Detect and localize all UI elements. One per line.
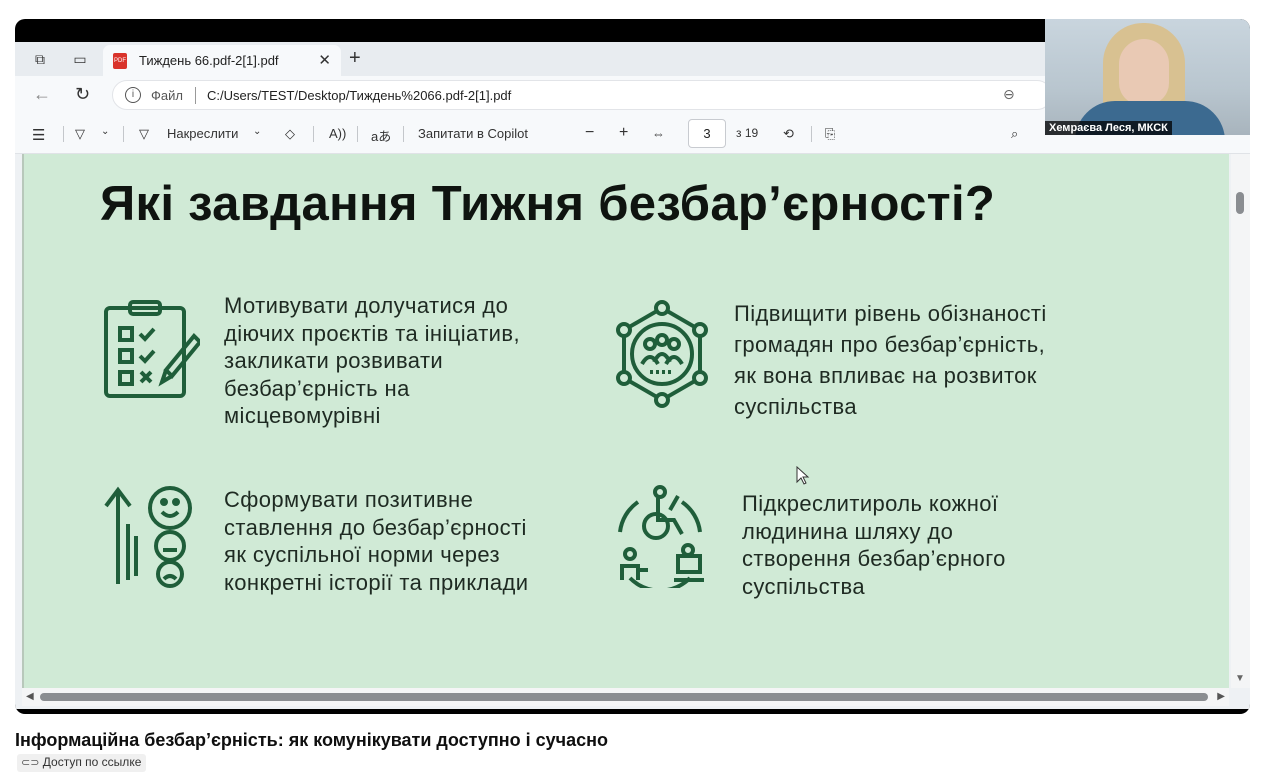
toolbar-separator xyxy=(123,126,124,142)
scrollbar-thumb[interactable] xyxy=(1236,192,1244,214)
zoom-out-icon[interactable]: ⊖ xyxy=(1003,86,1015,103)
link-icon: ⊂⊃ xyxy=(21,757,40,769)
read-aloud-icon[interactable]: A)) xyxy=(329,126,346,141)
scrollbar-thumb[interactable] xyxy=(40,693,1208,701)
new-tab-icon[interactable]: + xyxy=(349,47,361,70)
draw-icon[interactable]: ▽ xyxy=(139,126,149,142)
participant-face xyxy=(1119,39,1169,105)
chevron-down-icon[interactable]: ⌄ xyxy=(101,126,109,137)
tab-title: Тиждень 66.pdf-2[1].pdf xyxy=(139,53,279,68)
close-tab-icon[interactable]: ✕ xyxy=(318,51,331,69)
attitude-growth-icon xyxy=(104,486,192,588)
task-item: Підкреслитироль кожної людинина шляху до с… xyxy=(742,491,1006,599)
search-icon[interactable]: ⌕ xyxy=(1011,126,1018,142)
participant-video[interactable]: Хемраєва Леся, МКСК xyxy=(1045,19,1250,135)
task-item: Підвищити рівень обізнаності громадян про… xyxy=(734,301,1047,419)
scroll-right-icon[interactable]: ▶ xyxy=(1217,691,1225,702)
copilot-button[interactable]: Запитати в Copilot xyxy=(418,126,528,141)
eraser-icon[interactable]: ◇ xyxy=(285,126,295,142)
browser-tab[interactable]: PDF Тиждень 66.pdf-2[1].pdf ✕ xyxy=(103,45,341,76)
tab-actions-icon[interactable]: ▭ xyxy=(71,50,89,68)
rotate-icon[interactable]: ⟲ xyxy=(783,126,794,142)
page-number-input[interactable]: 3 xyxy=(688,119,726,148)
info-icon[interactable]: i xyxy=(125,87,141,103)
scroll-left-icon[interactable]: ◀ xyxy=(26,691,34,702)
mouse-cursor-icon xyxy=(796,466,810,485)
fit-width-icon[interactable]: ⇔ xyxy=(652,126,665,141)
checklist-icon xyxy=(104,300,200,398)
task-item: Мотивувати долучатися до діючих проєктів … xyxy=(224,293,520,428)
pdf-file-icon: PDF xyxy=(113,53,127,69)
zoom-in-button[interactable]: + xyxy=(619,124,628,142)
address-url[interactable]: C:/Users/TEST/Desktop/Тиждень%2066.pdf-2… xyxy=(207,88,511,103)
zoom-out-button[interactable]: − xyxy=(585,124,594,142)
vertical-scrollbar[interactable]: ▼ xyxy=(1231,154,1250,688)
video-player[interactable]: ⧉ ▭ PDF Тиждень 66.pdf-2[1].pdf ✕ + ← ↻ … xyxy=(15,19,1250,714)
draw-button[interactable]: Накреслити xyxy=(167,126,238,141)
horizontal-scrollbar[interactable]: ◀ ▶ xyxy=(22,688,1229,706)
shared-screen: ⧉ ▭ PDF Тиждень 66.pdf-2[1].pdf ✕ + ← ↻ … xyxy=(15,42,1250,709)
translate-icon[interactable]: aあ xyxy=(371,126,391,145)
toolbar-separator xyxy=(811,126,812,142)
highlight-icon[interactable]: ▽ xyxy=(75,126,85,142)
scroll-down-icon[interactable]: ▼ xyxy=(1235,673,1245,684)
address-bar[interactable]: i Файл C:/Users/TEST/Desktop/Тиждень%206… xyxy=(112,80,1052,110)
task-item: Сформувати позитивне ставлення до безбар’… xyxy=(224,487,529,595)
toolbar-separator xyxy=(357,126,358,142)
toolbar-separator xyxy=(313,126,314,142)
workspaces-icon[interactable]: ⧉ xyxy=(31,50,49,68)
pdf-page: Які завдання Тижня безбар’єрності? Мотив… xyxy=(22,154,1229,688)
back-icon[interactable]: ← xyxy=(33,84,51,105)
slide-heading: Які завдання Тижня безбар’єрності? xyxy=(100,177,996,231)
page-view-icon[interactable]: ⎘ xyxy=(825,126,835,142)
participant-name: Хемраєва Леся, МКСК xyxy=(1045,121,1172,135)
access-label: Доступ по ссылке xyxy=(42,755,142,769)
inclusion-people-icon xyxy=(618,485,704,588)
access-badge: ⊂⊃ Доступ по ссылке xyxy=(17,754,147,772)
toolbar-separator xyxy=(63,126,64,142)
community-network-icon xyxy=(616,300,708,408)
address-scheme-label: Файл xyxy=(151,88,183,103)
reload-icon[interactable]: ↻ xyxy=(75,84,90,105)
video-title: Інформаційна безбар’єрність: як комуніку… xyxy=(15,730,609,750)
chevron-down-icon[interactable]: ⌄ xyxy=(253,126,261,137)
contents-icon[interactable]: ☰ xyxy=(32,126,45,144)
address-separator xyxy=(195,87,196,104)
toolbar-separator xyxy=(403,126,404,142)
page-count: з 19 xyxy=(736,126,759,140)
